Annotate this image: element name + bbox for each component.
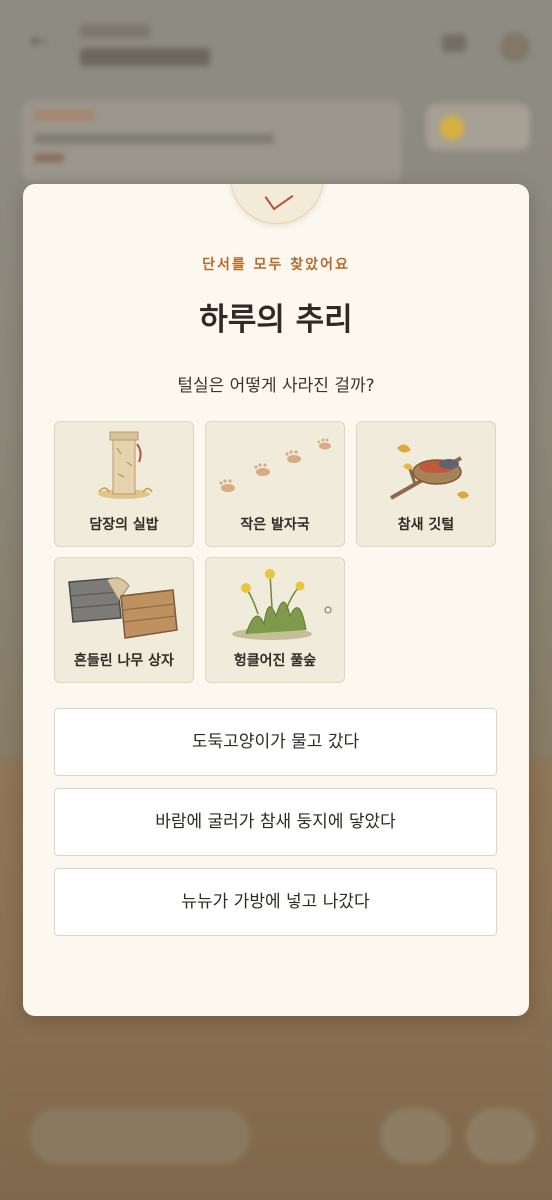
clock-medal-icon [230,184,324,224]
answer-option-2[interactable]: 바람에 굴러가 참새 둥지에 닿았다 [54,788,497,856]
footprints-icon [219,438,331,492]
background-bottom-button [466,1108,536,1164]
clock-hand [264,184,294,211]
background-header [0,0,552,92]
answer-option-3[interactable]: 뉴뉴가 가방에 넣고 나갔다 [54,868,497,936]
clue-card-tangled-grass[interactable]: 헝클어진 풀숲 [205,557,345,683]
background-subtitle [80,24,150,38]
background-coin-icon [440,116,464,140]
background-bottom-button [380,1108,450,1164]
modal-title: 하루의 추리 [199,302,353,338]
deduction-modal: 단서를 모두 찾았어요 하루의 추리 털실은 어떻게 사라진 걸까? 담장의 실… [23,184,529,1016]
background-card-line [34,134,274,144]
background-avatar [500,32,530,62]
background-menu-icon [442,34,466,52]
clue-label: 담장의 실밥 [89,517,159,533]
fence-post-icon [98,431,153,499]
background-bottom-bar [30,1108,250,1164]
clue-label: 흔들린 나무 상자 [74,653,174,669]
clue-card-wooden-crates[interactable]: 흔들린 나무 상자 [54,557,194,683]
modal-eyebrow: 단서를 모두 찾았어요 [202,257,350,273]
background-card-line [34,110,94,120]
answer-option-1[interactable]: 도둑고양이가 물고 갔다 [54,708,497,776]
clue-label: 헝클어진 풀숲 [233,653,317,669]
back-arrow-icon: ← [30,29,49,54]
clue-card-fence-thread[interactable]: 담장의 실밥 [54,421,194,547]
clue-label: 참새 깃털 [397,517,455,533]
background-card-line [34,154,64,162]
grass-bush-icon [232,569,332,640]
clue-card-sparrow-feather[interactable]: 참새 깃털 [356,421,496,547]
clue-card-footprints[interactable]: 작은 발자국 [205,421,345,547]
modal-question: 털실은 어떻게 사라진 걸까? [177,376,375,396]
wooden-crates-icon [68,577,178,639]
bird-nest-icon [390,444,469,500]
clue-label: 작은 발자국 [240,517,310,533]
background-title [80,48,210,66]
